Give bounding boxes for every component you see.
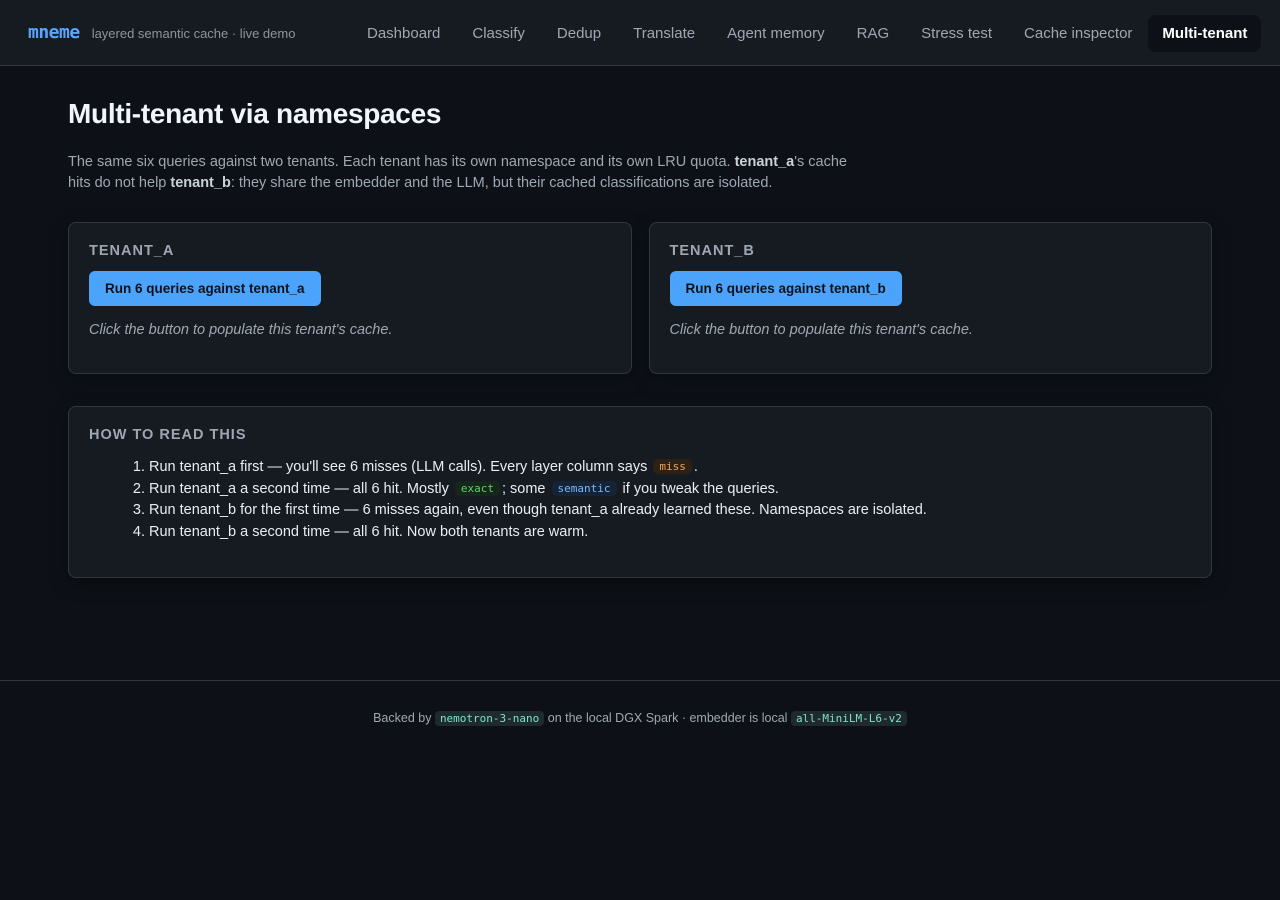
how-to-step-3: Run tenant_b for the first time — 6 miss… <box>149 500 1191 522</box>
intro-tenant-a: tenant_a <box>734 154 795 170</box>
miss-badge: miss <box>653 459 692 474</box>
tenant-b-hint: Click the button to populate this tenant… <box>669 322 973 338</box>
nav-multi-tenant[interactable]: Multi-tenant <box>1148 14 1262 52</box>
tenant-a-card: TENANT_A Run 6 queries against tenant_a … <box>68 222 632 374</box>
footer-model-code: nemotron-3-nano <box>434 711 545 726</box>
footer-prefix: Backed by <box>373 711 435 725</box>
how-to-steps: Run tenant_a first — you'll see 6 misses… <box>89 457 1191 543</box>
step-2-middle: ; some <box>501 480 550 497</box>
intro-text-3: : they share the embedder and the LLM, b… <box>230 175 773 191</box>
footer: Backed by nemotron-3-nano on the local D… <box>0 680 1280 726</box>
how-to-read-panel: HOW TO READ THIS Run tenant_a first — yo… <box>68 406 1212 578</box>
nav-stress-test[interactable]: Stress test <box>905 15 1008 52</box>
step-1-end: . <box>693 459 698 475</box>
page-intro: The same six queries against two tenants… <box>68 152 858 194</box>
top-bar: mneme layered semantic cache · live demo… <box>0 0 1280 66</box>
nav-classify[interactable]: Classify <box>456 15 541 52</box>
brand-logo[interactable]: mneme <box>28 22 80 43</box>
tenant-a-hint: Click the button to populate this tenant… <box>89 322 393 338</box>
nav-rag[interactable]: RAG <box>841 15 906 52</box>
intro-text-1: The same six queries against two tenants… <box>68 154 735 170</box>
main-nav: Dashboard Classify Dedup Translate Agent… <box>351 0 1262 66</box>
footer-embedder-code: all-MiniLM-L6-v2 <box>790 711 907 726</box>
step-1-text: Run tenant_a first — you'll see 6 misses… <box>149 459 652 475</box>
main-content: Multi-tenant via namespaces The same six… <box>0 66 1280 578</box>
how-to-step-1: Run tenant_a first — you'll see 6 misses… <box>149 457 1191 479</box>
run-tenant-b-button[interactable]: Run 6 queries against tenant_b <box>669 271 902 306</box>
step-2-end: if you tweak the queries. <box>618 480 779 497</box>
nav-translate[interactable]: Translate <box>617 15 711 52</box>
run-tenant-a-button[interactable]: Run 6 queries against tenant_a <box>89 271 321 306</box>
tenant-b-card: TENANT_B Run 6 queries against tenant_b … <box>648 222 1212 374</box>
nav-dedup[interactable]: Dedup <box>541 15 617 52</box>
tenant-a-heading: TENANT_A <box>89 243 175 259</box>
exact-badge: exact <box>454 480 500 496</box>
step-2-text: Run tenant_a a second time — all 6 hit. … <box>149 480 453 497</box>
how-to-step-2: Run tenant_a a second time — all 6 hit. … <box>149 479 1191 501</box>
footer-middle: on the local DGX Spark · embedder is loc… <box>544 711 791 725</box>
how-to-step-4: Run tenant_b a second time — all 6 hit. … <box>149 522 1191 544</box>
intro-tenant-b: tenant_b <box>170 175 231 191</box>
semantic-badge: semantic <box>551 480 617 496</box>
how-to-heading: HOW TO READ THIS <box>89 427 247 443</box>
brand: mneme layered semantic cache · live demo <box>28 22 295 43</box>
nav-agent-memory[interactable]: Agent memory <box>711 15 841 52</box>
nav-cache-inspector[interactable]: Cache inspector <box>1008 15 1148 52</box>
tenant-b-heading: TENANT_B <box>669 243 755 259</box>
nav-dashboard[interactable]: Dashboard <box>351 15 456 52</box>
tenant-panels: TENANT_A Run 6 queries against tenant_a … <box>68 222 1212 374</box>
page-title: Multi-tenant via namespaces <box>68 98 442 129</box>
brand-tagline: layered semantic cache · live demo <box>91 26 296 41</box>
